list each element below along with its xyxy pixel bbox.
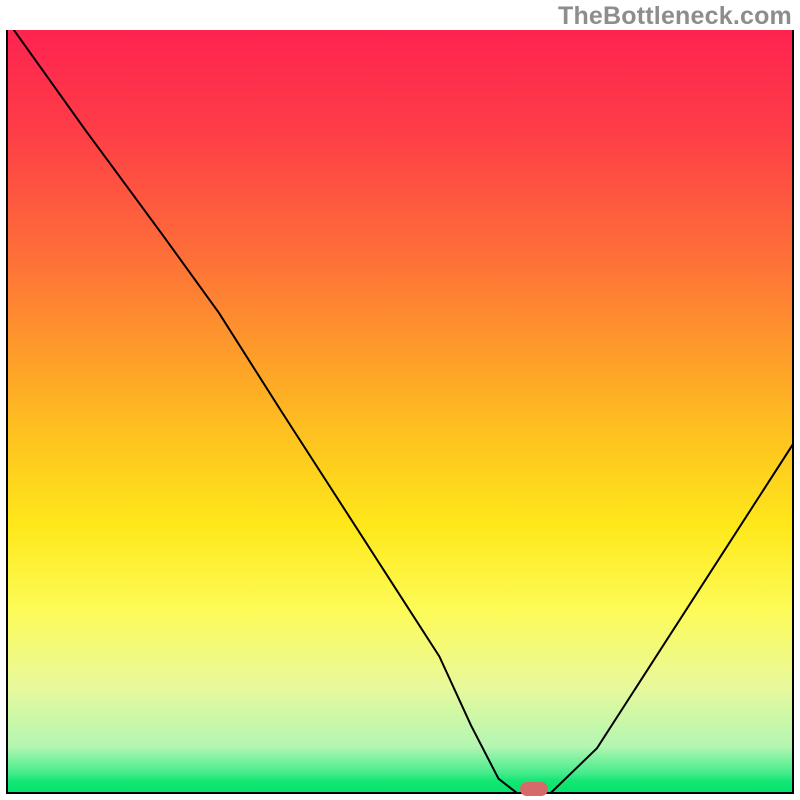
optimum-marker bbox=[520, 782, 548, 796]
plot-area bbox=[6, 30, 794, 794]
chart-stage: TheBottleneck.com bbox=[0, 0, 800, 800]
watermark-text: TheBottleneck.com bbox=[558, 2, 792, 31]
plot-background-gradient bbox=[6, 30, 794, 794]
